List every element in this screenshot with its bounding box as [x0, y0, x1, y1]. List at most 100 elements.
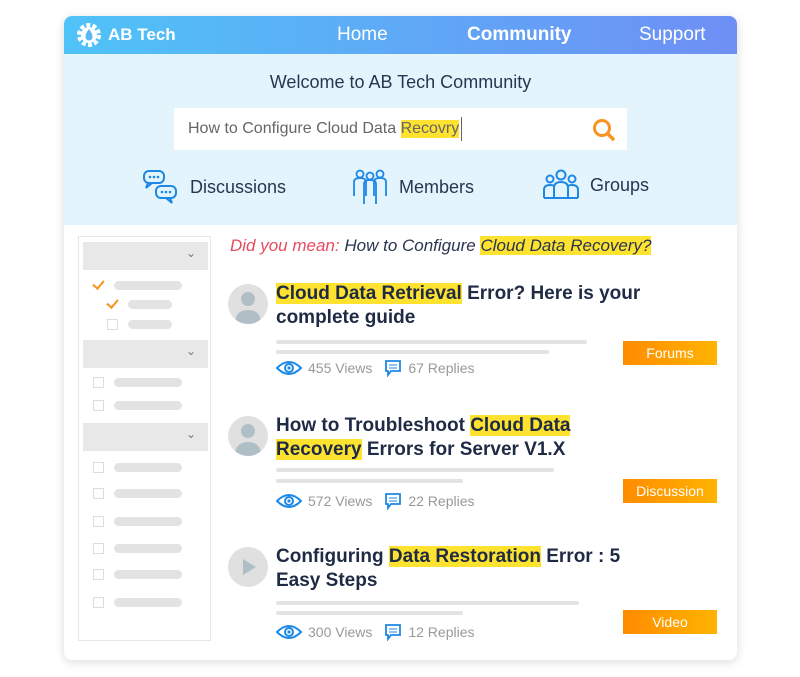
category-discussions[interactable]: Discussions	[142, 168, 286, 206]
search-input[interactable]: How to Configure Cloud Data Recovry	[174, 108, 627, 150]
members-icon	[353, 169, 387, 204]
checkbox[interactable]	[93, 400, 104, 411]
nav-support[interactable]: Support	[639, 24, 706, 46]
category-label: Discussions	[190, 176, 287, 197]
category-label: Groups	[590, 174, 650, 195]
placeholder-bar	[114, 281, 182, 290]
placeholder-bar	[128, 300, 172, 309]
filter-option[interactable]	[93, 516, 182, 527]
replies-count: 67 Replies	[408, 360, 475, 376]
type-badge[interactable]: Discussion	[623, 479, 717, 503]
views-count: 300 Views	[308, 624, 373, 640]
result-title[interactable]: How to Troubleshoot Cloud Data Recovery …	[276, 414, 656, 462]
result-stats: 300 Views 12 Replies	[276, 623, 475, 641]
placeholder-bar	[114, 517, 182, 526]
checkbox-checked[interactable]	[93, 280, 104, 291]
type-badge[interactable]: Video	[623, 610, 717, 634]
placeholder-line	[276, 479, 463, 483]
filter-option[interactable]	[107, 319, 172, 330]
placeholder-line	[276, 350, 549, 354]
nav-home[interactable]: Home	[337, 24, 388, 46]
filter-option[interactable]	[93, 543, 182, 554]
hero: Welcome to AB Tech Community How to Conf…	[64, 54, 737, 225]
user-icon	[228, 416, 268, 456]
welcome-text: Welcome to AB Tech Community	[269, 72, 532, 92]
checkbox-checked[interactable]	[107, 299, 118, 310]
filter-group-header[interactable]: ⌄	[83, 423, 208, 451]
checkbox[interactable]	[107, 319, 118, 330]
checkbox[interactable]	[93, 516, 104, 527]
result-stats: 572 Views 22 Replies	[276, 492, 475, 510]
replies-count: 22 Replies	[408, 493, 475, 509]
chevron-down-icon: ⌄	[185, 427, 196, 441]
placeholder-bar	[114, 570, 182, 579]
search-text: How to Configure Cloud Data	[188, 120, 401, 137]
gear-drop-icon	[77, 23, 101, 47]
result-title[interactable]: Configuring Data Restoration Error : 5 E…	[276, 545, 656, 593]
result-item[interactable]: Cloud Data Retrieval Error? Here is your…	[228, 282, 723, 402]
category-groups[interactable]: Groups	[542, 168, 649, 202]
filter-option[interactable]	[93, 569, 182, 580]
search-misspelled-word: Recovry	[400, 120, 460, 138]
filter-sidebar: ⌄ ⌄ ⌄	[78, 236, 211, 641]
filter-option[interactable]	[93, 462, 182, 473]
groups-icon	[543, 169, 579, 199]
chevron-down-icon: ⌄	[185, 246, 196, 260]
placeholder-bar	[114, 463, 182, 472]
filter-option[interactable]	[93, 597, 182, 608]
placeholder-bar	[114, 378, 182, 387]
replies-count: 12 Replies	[408, 624, 475, 640]
filter-group-header[interactable]: ⌄	[83, 340, 208, 368]
filter-option[interactable]	[93, 488, 182, 499]
filter-option[interactable]	[93, 400, 182, 411]
placeholder-line	[276, 601, 579, 605]
suggestion-prefix: Did you mean:	[230, 236, 340, 255]
suggestion-text: How to Configure	[344, 236, 476, 255]
placeholder-bar	[114, 544, 182, 553]
chevron-down-icon: ⌄	[185, 344, 196, 358]
checkbox[interactable]	[93, 543, 104, 554]
result-item[interactable]: Configuring Data Restoration Error : 5 E…	[228, 545, 723, 660]
result-item[interactable]: How to Troubleshoot Cloud Data Recovery …	[228, 414, 723, 534]
checkbox[interactable]	[93, 377, 104, 388]
views-count: 455 Views	[308, 360, 373, 376]
checkbox[interactable]	[93, 597, 104, 608]
checkbox[interactable]	[93, 569, 104, 580]
category-label: Members	[399, 176, 475, 197]
filter-group-header[interactable]: ⌄	[83, 242, 208, 270]
type-badge[interactable]: Forums	[623, 341, 717, 365]
placeholder-bar	[128, 320, 172, 329]
eye-icon	[276, 625, 302, 639]
checkbox[interactable]	[93, 462, 104, 473]
header: AB Tech Home Community Support	[64, 16, 737, 54]
placeholder-line	[276, 340, 587, 344]
placeholder-bar	[114, 598, 182, 607]
logo[interactable]: AB Tech	[76, 22, 176, 48]
filter-option[interactable]	[93, 280, 182, 291]
placeholder-line	[276, 611, 463, 615]
reply-icon	[385, 624, 402, 641]
eye-icon	[276, 361, 302, 375]
checkbox[interactable]	[93, 488, 104, 499]
result-stats: 455 Views 67 Replies	[276, 359, 475, 377]
search-icon[interactable]	[591, 117, 617, 143]
nav-community[interactable]: Community	[467, 24, 572, 46]
text-caret	[461, 117, 463, 141]
reply-icon	[385, 360, 402, 377]
brand-name: AB Tech	[108, 25, 176, 44]
user-icon	[228, 284, 268, 324]
filter-option[interactable]	[93, 377, 182, 388]
chat-bubbles-icon	[143, 170, 177, 204]
suggestion-highlight: Cloud Data Recovery?	[480, 236, 652, 255]
result-title[interactable]: Cloud Data Retrieval Error? Here is your…	[276, 282, 656, 330]
did-you-mean[interactable]: Did you mean: How to Configure Cloud Dat…	[230, 236, 652, 256]
category-members[interactable]: Members	[351, 168, 474, 206]
eye-icon	[276, 494, 302, 508]
views-count: 572 Views	[308, 493, 373, 509]
play-icon[interactable]	[228, 547, 268, 587]
filter-option[interactable]	[107, 299, 172, 310]
reply-icon	[385, 493, 402, 510]
placeholder-bar	[114, 401, 182, 410]
placeholder-line	[276, 468, 554, 472]
community-window: AB Tech Home Community Support Welcome t…	[64, 16, 737, 660]
